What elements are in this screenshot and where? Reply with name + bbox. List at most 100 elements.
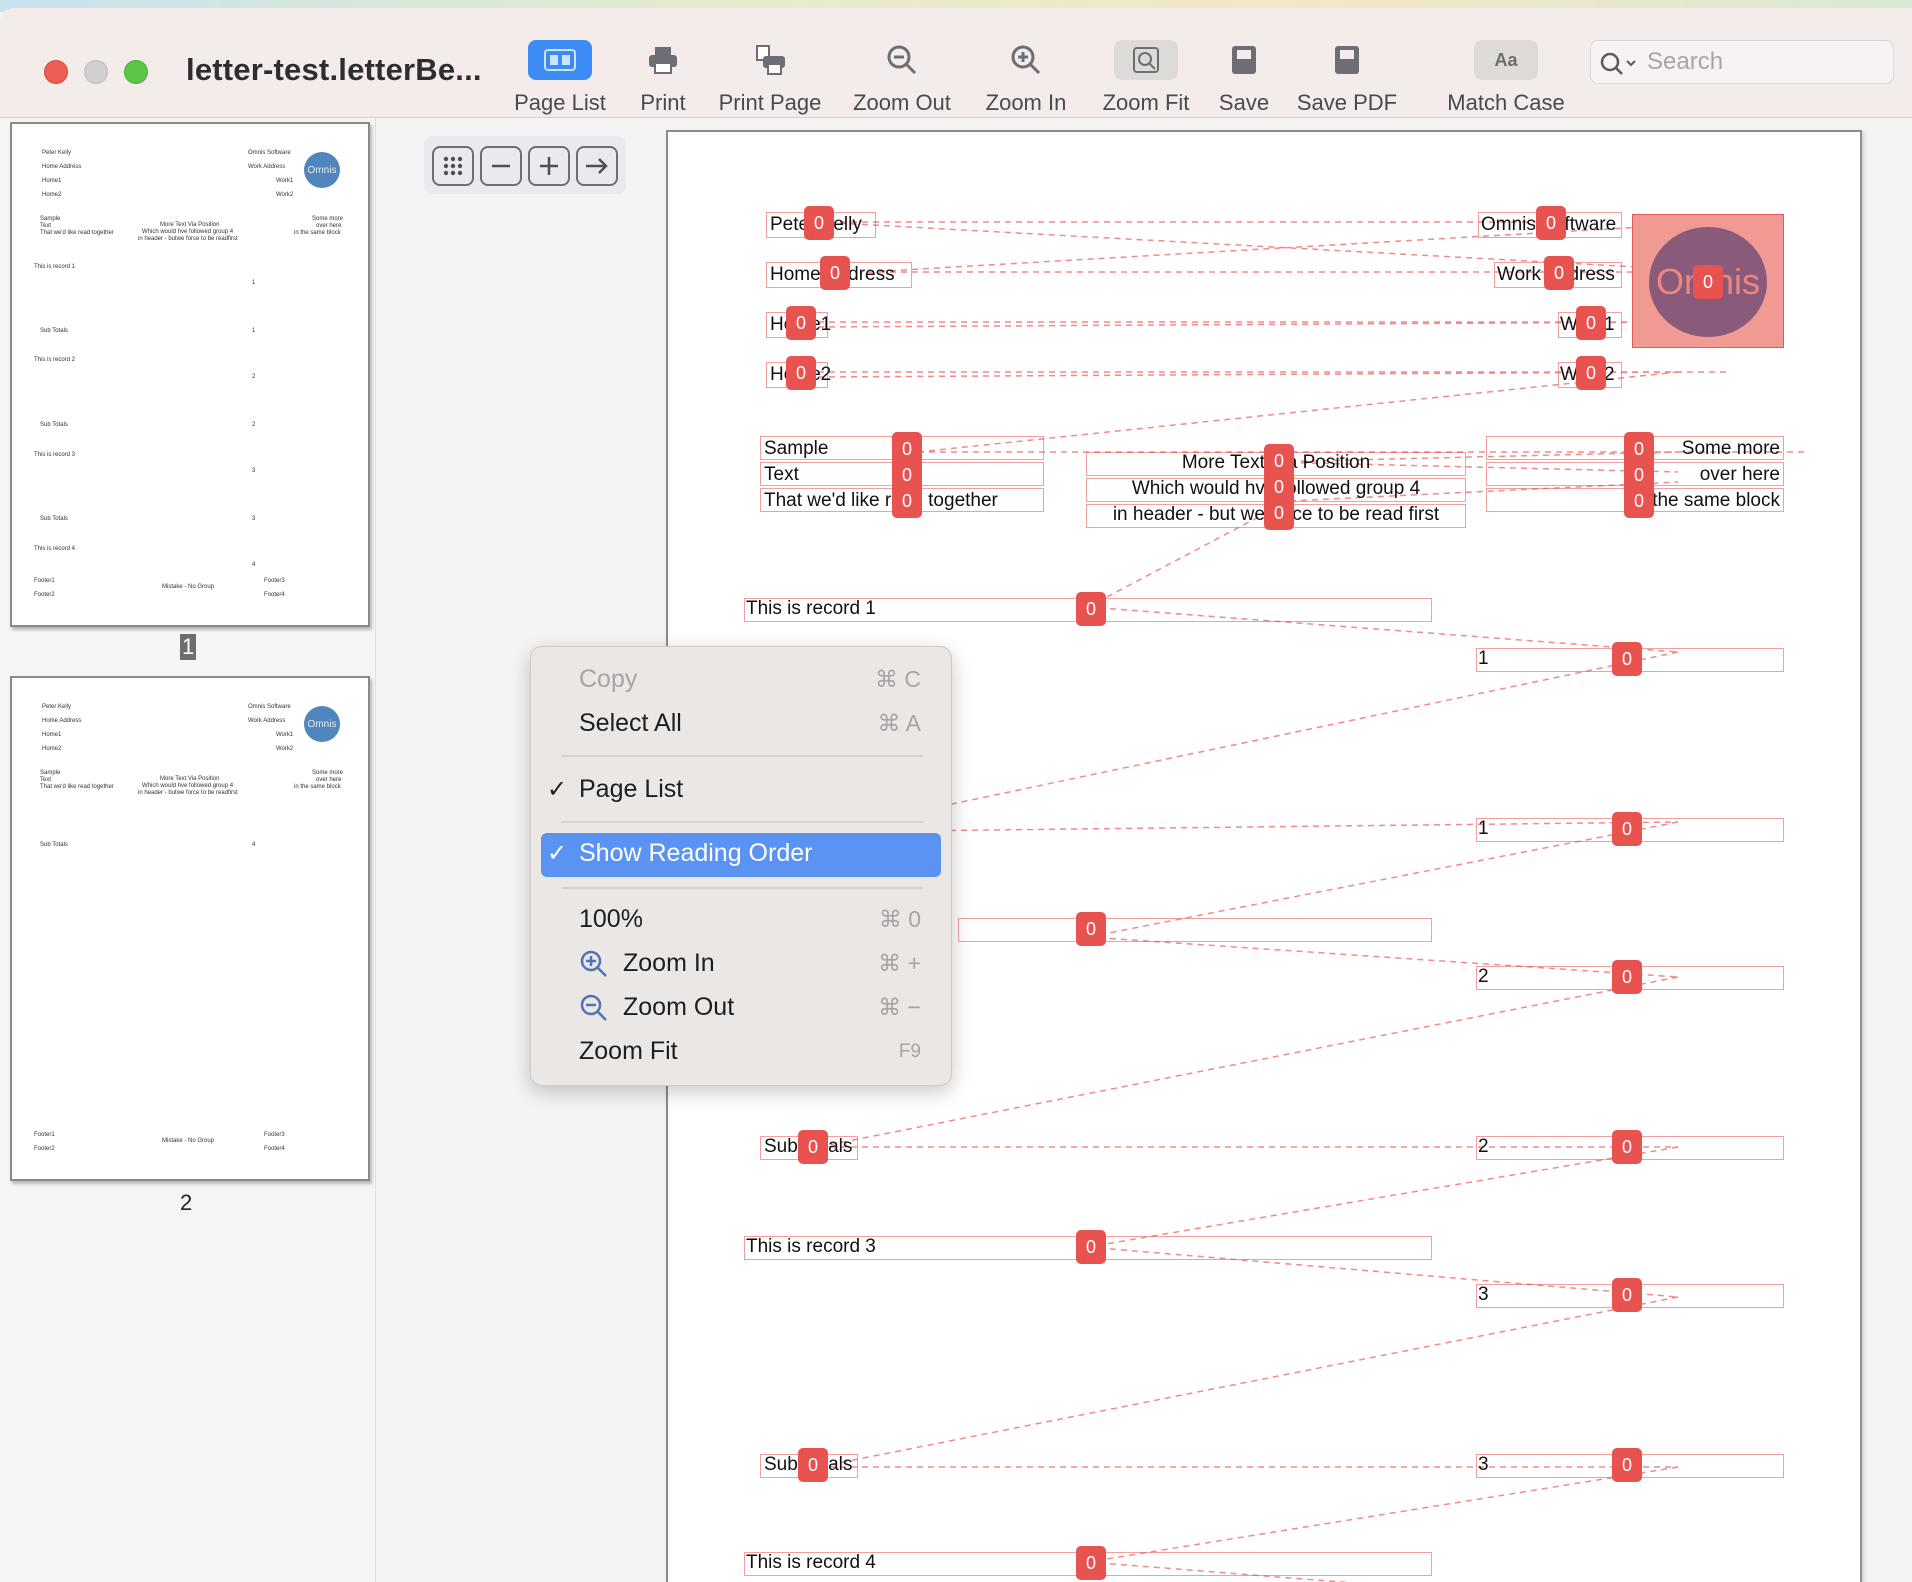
thumb-text: Work Address (248, 718, 286, 724)
thumb-omnis-logo: Omnis (304, 152, 340, 188)
thumb-text: 1 (252, 328, 256, 334)
doc-field-sample[interactable]: Sample (764, 438, 828, 460)
menu-item-label: Zoom Out (623, 993, 735, 1021)
thumb-text: Work1 (276, 732, 294, 738)
doc-record-3[interactable]: This is record 3 (746, 1236, 876, 1258)
reading-order-badge: 0 (1076, 912, 1106, 946)
reading-order-badge: 0 (798, 1448, 828, 1482)
zoom-in-button[interactable]: Zoom In (976, 40, 1076, 120)
thumb-text: Home Address (42, 164, 82, 170)
page-list-label: Page List (514, 90, 606, 115)
thumb-text: Footer1 (34, 1132, 55, 1138)
app-window: letter-test.letterBe... Page List Print … (0, 0, 1912, 1582)
doc-subtotal-1-value[interactable]: 1 (1478, 818, 1489, 840)
grid-icon (443, 156, 463, 176)
plus-icon (540, 157, 558, 175)
reading-order-badge: 0 (820, 256, 850, 290)
page-number-1[interactable]: 1 (180, 634, 197, 660)
thumb-text: Peter Kelly (42, 150, 72, 156)
page-thumbnail-2[interactable]: Peter Kelly Home Address Home1 Home2 Omn… (10, 676, 370, 1181)
search-placeholder: Search (1647, 48, 1724, 75)
thumb-text: Footer3 (264, 578, 285, 584)
save-pdf-button[interactable]: Save PDF (1290, 40, 1404, 120)
reading-order-badge: 0 (1076, 1546, 1106, 1580)
menu-item-shortcut: ⌘ 0 (878, 906, 921, 932)
thumb-text: Sub Totals (40, 328, 68, 334)
menu-separator (561, 887, 923, 889)
thumb-text: Work2 (276, 192, 294, 198)
reading-order-badge: 0 (1612, 642, 1642, 676)
zoom-out-icon (580, 994, 607, 1021)
thumb-text: Mistake - No Group (162, 584, 215, 590)
thumb-text: Sample (40, 216, 61, 222)
thumb-text: Omnis Software (248, 150, 291, 156)
thumb-text: This is record 1 (34, 264, 76, 270)
doc-record-1-value[interactable]: 1 (1478, 648, 1489, 670)
doc-field-text[interactable]: Text (764, 464, 799, 486)
zoom-window-button[interactable] (124, 60, 148, 84)
doc-record-2-value[interactable]: 2 (1478, 966, 1489, 988)
menu-item-zoom-100[interactable]: 100% ⌘ 0 (531, 899, 951, 941)
doc-subtotal-3-value[interactable]: 3 (1478, 1454, 1489, 1476)
page-list-button[interactable]: Page List (508, 40, 612, 120)
doc-record-1[interactable]: This is record 1 (746, 598, 876, 620)
thumb-text: in the same block (294, 230, 341, 236)
match-case-button[interactable]: Aa Match Case (1436, 40, 1576, 120)
thumb-text: Sample (40, 770, 61, 776)
thumb-text: Some more (312, 216, 344, 222)
print-page-label: Print Page (718, 90, 822, 115)
zoom-minus-button[interactable] (480, 146, 522, 186)
menu-item-page-list[interactable]: ✓ Page List (531, 769, 951, 811)
zoom-out-label: Zoom Out (853, 90, 951, 115)
menu-item-label: Copy (579, 665, 638, 693)
page-number-2[interactable]: 2 (180, 1190, 192, 1216)
menu-item-shortcut: ⌘ A (877, 710, 921, 736)
close-window-button[interactable] (44, 60, 68, 84)
zoom-plus-button[interactable] (528, 146, 570, 186)
doc-record-4[interactable]: This is record 4 (746, 1552, 876, 1574)
page-list-sidebar: Peter Kelly Home Address Home1 Home2 Omn… (0, 118, 376, 1582)
thumb-text: Footer2 (34, 1146, 55, 1152)
reading-order-badge: 0 (1693, 265, 1723, 299)
omnis-logo-field[interactable]: Omnis 0 (1632, 214, 1784, 348)
zoom-out-button[interactable]: Zoom Out (846, 40, 958, 120)
reading-order-badge: 0 (1612, 1448, 1642, 1482)
doc-subtotal-2-value[interactable]: 2 (1478, 1136, 1489, 1158)
arrow-right-icon (586, 158, 608, 174)
doc-record-3-value[interactable]: 3 (1478, 1284, 1489, 1306)
page-thumbnail-1[interactable]: Peter Kelly Home Address Home1 Home2 Omn… (10, 122, 370, 627)
grid-button[interactable] (432, 146, 474, 186)
print-page-button[interactable]: Print Page (708, 40, 832, 120)
menu-item-select-all[interactable]: Select All ⌘ A (531, 703, 951, 745)
menu-item-shortcut: F9 (898, 1041, 921, 1062)
menu-item-zoom-fit[interactable]: Zoom Fit F9 (531, 1031, 951, 1073)
reading-order-badge: 0 (1612, 960, 1642, 994)
save-pdf-icon (1315, 40, 1379, 80)
checkmark-icon: ✓ (547, 776, 568, 803)
minimize-window-button[interactable] (84, 60, 108, 84)
thumb-text: 1 (252, 280, 256, 286)
thumb-text: Text (40, 777, 52, 783)
reading-order-badge: 0 (1076, 1230, 1106, 1264)
save-button[interactable]: Save (1208, 40, 1280, 120)
menu-item-zoom-in[interactable]: Zoom In ⌘ + (531, 943, 951, 985)
thumb-text: Footer3 (264, 1132, 285, 1138)
search-field[interactable]: Search (1590, 40, 1894, 84)
thumb-text: That we'd like read together (40, 784, 114, 790)
doc-field-read-together[interactable]: That we'd like read together (764, 490, 998, 512)
menu-separator (561, 755, 923, 757)
menu-item-show-reading-order[interactable]: ✓ Show Reading Order (541, 833, 941, 877)
zoom-fit-button[interactable]: Zoom Fit (1094, 40, 1198, 120)
menu-item-shortcut: ⌘ − (878, 994, 921, 1020)
search-icon (1600, 52, 1636, 75)
menu-item-copy[interactable]: Copy ⌘ C (531, 659, 951, 701)
print-button[interactable]: Print (628, 40, 698, 120)
thumb-text: Home2 (42, 746, 62, 752)
menu-item-zoom-out[interactable]: Zoom Out ⌘ − (531, 987, 951, 1029)
zoom-in-label: Zoom In (985, 90, 1067, 115)
window-title: letter-test.letterBe... (186, 52, 482, 87)
zoom-in-icon (994, 40, 1058, 80)
menu-item-label: Page List (579, 775, 684, 803)
thumb-text: Some more (312, 770, 344, 776)
next-page-button[interactable] (576, 146, 618, 186)
